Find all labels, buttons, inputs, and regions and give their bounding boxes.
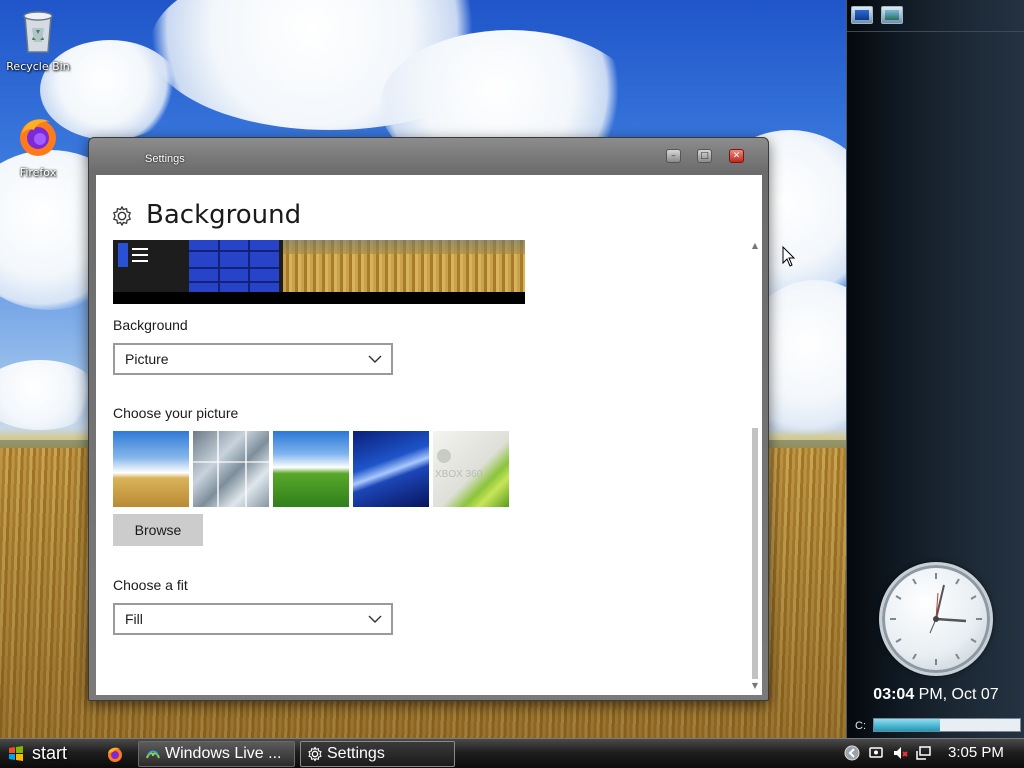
firefox-quicklaunch-icon[interactable]: [106, 745, 124, 763]
system-tray: 3:05 PM: [840, 739, 1024, 768]
display-icon[interactable]: [916, 745, 932, 761]
recycle-bin-icon: [23, 11, 53, 53]
window-title: Settings: [145, 153, 185, 165]
minimize-button[interactable]: –: [666, 149, 681, 163]
maximize-button[interactable]: □: [697, 149, 712, 163]
preview-menu-line: [132, 260, 148, 262]
preview-start-menu: [113, 240, 283, 292]
preview-menu-line: [132, 254, 148, 256]
xbox-logo-icon: [437, 449, 451, 463]
thumbnail-wheat-field[interactable]: [113, 431, 189, 507]
page-title: Background: [146, 200, 302, 230]
chevron-down-icon: [368, 615, 382, 623]
windows-flag-icon: [9, 746, 23, 761]
gear-icon: [308, 746, 322, 762]
choose-picture-label: Choose your picture: [113, 405, 239, 421]
analog-clock-gadget[interactable]: [879, 562, 993, 676]
settings-content: Background Background Picture Choose you…: [96, 175, 762, 695]
sidebar-date-time: 03:04 PM, Oct 07: [847, 686, 1024, 704]
thumbnail-xbox-360[interactable]: XBOX 360: [433, 431, 509, 507]
network-icon[interactable]: [868, 745, 884, 761]
scroll-down-arrow-icon[interactable]: ▼: [750, 681, 760, 691]
thumbnail-glass-building[interactable]: [193, 431, 269, 507]
fit-dropdown[interactable]: Fill: [113, 603, 393, 635]
sidebar-switch-windows-button[interactable]: [881, 6, 903, 24]
minimize-icon: –: [671, 151, 676, 161]
thumbnail-green-hills[interactable]: [273, 431, 349, 507]
cloud: [0, 360, 100, 430]
background-label: Background: [113, 317, 188, 333]
background-dropdown[interactable]: Picture: [113, 343, 393, 375]
sidebar-toolbar: [847, 0, 1024, 30]
taskbar-item-settings[interactable]: Settings: [300, 741, 455, 767]
desktop-icon-label: Firefox: [19, 166, 57, 179]
fit-dropdown-value: Fill: [125, 611, 143, 627]
close-icon: ✕: [732, 151, 741, 161]
taskbar-item-label: Settings: [327, 745, 385, 762]
background-preview: [113, 240, 525, 304]
volume-muted-icon[interactable]: [892, 745, 908, 761]
thumbnail-blue-abstract[interactable]: [353, 431, 429, 507]
tray-expand-icon[interactable]: [844, 745, 860, 761]
tray-clock[interactable]: 3:05 PM: [948, 744, 1004, 761]
chevron-down-icon: [368, 355, 382, 363]
clock-face-icon: [890, 573, 982, 665]
gear-icon: [113, 206, 131, 226]
sidebar-show-desktop-button[interactable]: [851, 6, 873, 24]
background-dropdown-value: Picture: [125, 351, 169, 367]
start-button[interactable]: start: [0, 739, 92, 768]
close-button[interactable]: ✕: [729, 149, 744, 163]
browse-button[interactable]: Browse: [113, 514, 203, 546]
mouse-cursor-icon: [782, 246, 796, 267]
taskbar-item-label: Windows Live ...: [165, 745, 282, 762]
sidebar-time-rest: PM, Oct 07: [914, 686, 999, 703]
drive-label: C:: [855, 720, 866, 732]
preview-tiles: [189, 240, 279, 292]
windows-sidebar: 03:04 PM, Oct 07 C:: [846, 0, 1024, 738]
settings-window: Settings – □ ✕ Background Background Pic…: [88, 137, 769, 701]
scrollbar-thumb[interactable]: [752, 428, 758, 679]
desktop-icon-firefox[interactable]: Firefox: [0, 112, 76, 179]
preview-menu-line: [132, 248, 148, 250]
maximize-icon: □: [700, 151, 709, 161]
scroll-up-arrow-icon[interactable]: ▲: [750, 241, 760, 251]
windows-live-icon: [146, 750, 160, 759]
preview-tile: [118, 243, 128, 267]
desktop-icon-label: Recycle Bin: [6, 60, 70, 73]
title-bar[interactable]: Settings – □ ✕: [89, 138, 768, 176]
sidebar-divider: [847, 31, 1024, 32]
picture-thumbnails: XBOX 360: [113, 431, 513, 507]
desktop-icon-recycle-bin[interactable]: Recycle Bin: [0, 6, 76, 73]
firefox-icon: [20, 119, 56, 156]
drive-meter-fill: [874, 719, 940, 731]
start-label: start: [32, 743, 68, 763]
choose-fit-label: Choose a fit: [113, 577, 188, 593]
taskbar: start Windows Live ... Settings 3:05 PM: [0, 738, 1024, 768]
xbox-text: XBOX 360: [435, 469, 483, 480]
preview-horizon: [283, 240, 525, 254]
drive-meter: [873, 718, 1021, 732]
taskbar-item-windows-live[interactable]: Windows Live ...: [138, 741, 295, 767]
sidebar-time-bold: 03:04: [873, 686, 915, 703]
